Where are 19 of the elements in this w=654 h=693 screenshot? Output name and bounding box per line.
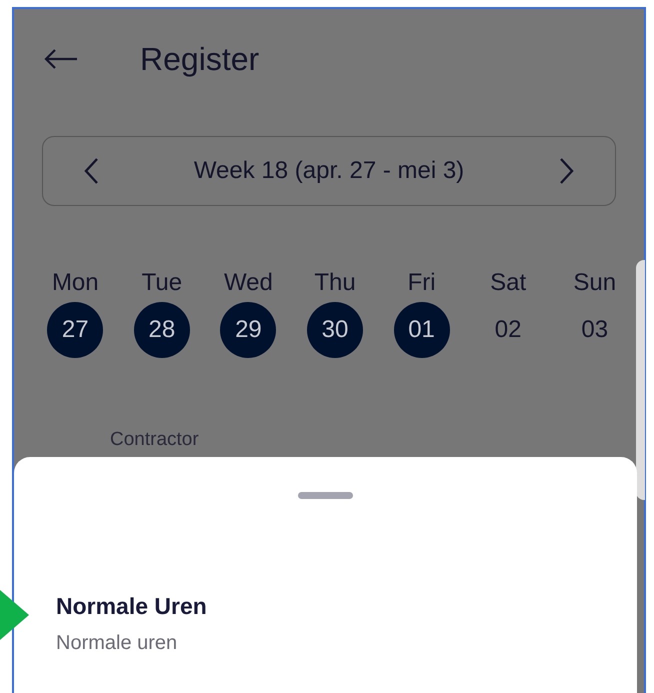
back-arrow-icon[interactable] [44,48,78,70]
pointer-triangle-icon [0,590,29,640]
weekday-label: Sat [490,268,526,298]
option-subtitle: Normale uren [56,630,178,656]
chevron-right-icon[interactable] [559,157,575,185]
contractor-label: Contractor [110,428,199,452]
weekday-label: Thu [314,268,356,298]
page-title: Register [140,40,260,79]
drag-handle[interactable] [298,492,353,499]
weekday-label: Wed [224,268,273,298]
chevron-left-icon[interactable] [83,157,99,185]
weekday-label: Sun [573,268,616,298]
week-label: Week 18 (apr. 27 - mei 3) [194,156,464,186]
date-button[interactable]: 03 [566,302,623,358]
weekday-label: Tue [142,268,182,298]
weekday-label: Mon [52,268,99,298]
option-title[interactable]: Normale Uren [56,589,207,624]
weekday-label: Fri [408,268,436,298]
date-button[interactable]: 02 [480,302,536,358]
